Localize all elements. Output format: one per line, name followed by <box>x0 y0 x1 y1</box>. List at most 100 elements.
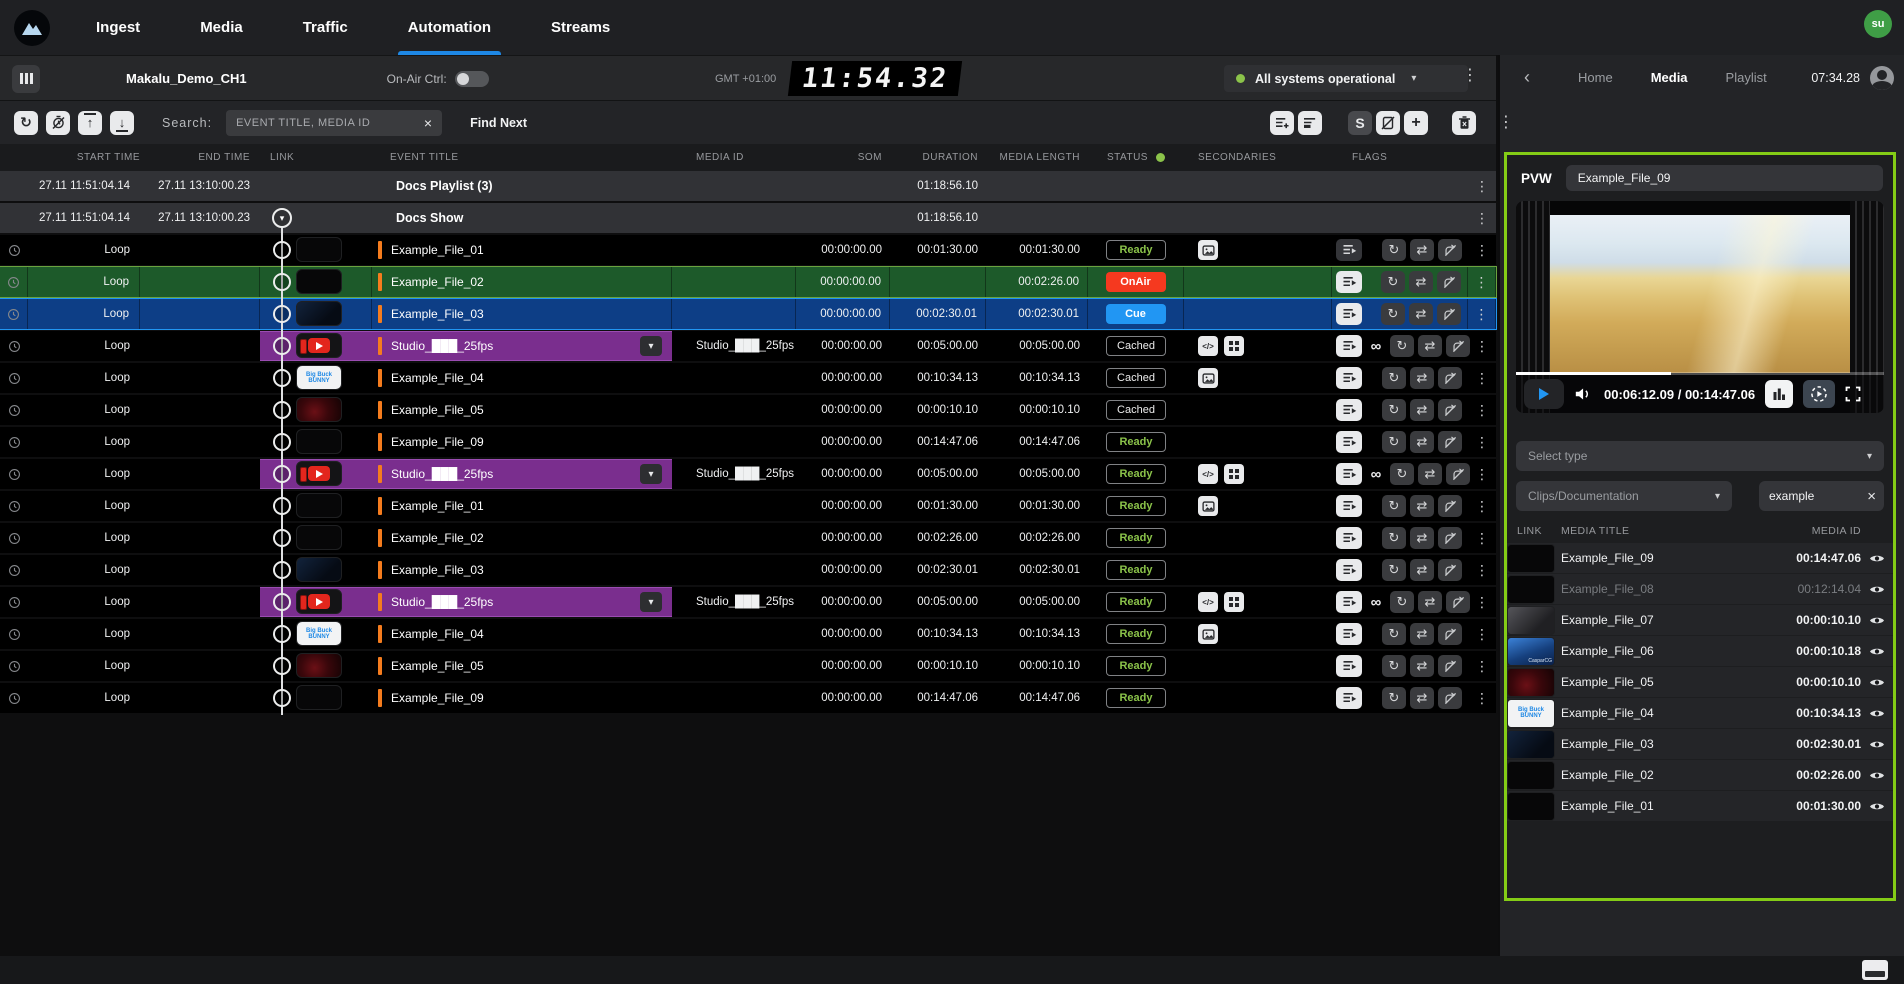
no-skip-flag-icon[interactable] <box>1437 271 1461 293</box>
swap-flag-icon[interactable]: ⇄ <box>1410 655 1434 677</box>
no-skip-flag-icon[interactable] <box>1437 303 1461 325</box>
rundown-row[interactable]: Loop Example_File_03 00:00:00.00 00:02:30.0… <box>0 297 1496 331</box>
thumbnail[interactable] <box>1507 574 1555 604</box>
row-kebab-icon[interactable]: ⋮ <box>1468 235 1496 265</box>
thumbnail-live-stream[interactable] <box>296 461 342 486</box>
eye-icon[interactable] <box>1861 553 1893 564</box>
row-kebab-icon[interactable]: ⋮ <box>1468 203 1496 233</box>
link-node-icon[interactable] <box>273 305 291 323</box>
channel-grid-button[interactable] <box>12 64 40 93</box>
loop-flag-icon[interactable]: ↻ <box>1382 399 1406 421</box>
rundown-row[interactable]: Loop Studio_███_25fps ▾ Studio_███_25fps 00:… <box>0 457 1496 491</box>
media-list-item[interactable]: CasparCG Example_File_06 00:00:10.18 <box>1507 636 1893 666</box>
volume-icon[interactable] <box>1574 386 1594 402</box>
thumbnail[interactable] <box>296 301 342 326</box>
graphics-secondary-icon[interactable] <box>1198 624 1218 644</box>
eye-icon[interactable] <box>1861 770 1893 781</box>
video-preview[interactable]: 00:06:12.09 / 00:14:47.06 <box>1516 201 1884 413</box>
user-avatar[interactable]: su <box>1864 10 1892 38</box>
title-dropdown-icon[interactable]: ▾ <box>640 336 662 356</box>
code-secondary-icon[interactable]: </> <box>1198 592 1218 612</box>
playlist-flag-icon[interactable] <box>1336 655 1362 677</box>
tab-ingest[interactable]: Ingest <box>92 0 144 55</box>
row-kebab-icon[interactable]: ⋮ <box>1468 299 1496 329</box>
row-kebab-icon[interactable]: ⋮ <box>1468 619 1496 649</box>
playlist-flag-icon[interactable] <box>1336 687 1362 709</box>
panel-tab-home[interactable]: Home <box>1578 70 1613 85</box>
grid-secondary-icon[interactable] <box>1224 592 1244 612</box>
no-skip-flag-icon[interactable] <box>1438 655 1462 677</box>
playlist-flag-icon[interactable] <box>1336 303 1362 325</box>
insert-row-button[interactable] <box>1270 110 1294 135</box>
panel-tab-media[interactable]: Media <box>1651 70 1688 85</box>
swap-flag-icon[interactable]: ⇄ <box>1410 559 1434 581</box>
link-node-icon[interactable] <box>273 401 291 419</box>
swap-flag-icon[interactable]: ⇄ <box>1410 687 1434 709</box>
link-node-icon[interactable] <box>273 241 291 259</box>
category-select[interactable]: Clips/Documentation ▾ <box>1516 481 1732 511</box>
link-node-icon[interactable] <box>273 465 291 483</box>
collapse-chevron-icon[interactable]: ▾ <box>272 208 292 228</box>
rundown-row[interactable]: Loop Big Buck BUNNY Example_File_04 00:00:0… <box>0 617 1496 651</box>
media-list-item[interactable]: Example_File_03 00:02:30.01 <box>1507 729 1893 759</box>
thumbnail[interactable] <box>1507 605 1555 635</box>
delete-button[interactable] <box>1452 110 1476 135</box>
thumbnail[interactable] <box>1507 729 1555 759</box>
graphics-secondary-icon[interactable] <box>1198 496 1218 516</box>
thumbnail[interactable]: Big Buck BUNNY <box>1507 698 1555 728</box>
eye-icon[interactable] <box>1861 708 1893 719</box>
rundown-row[interactable]: Loop Studio_███_25fps ▾ Studio_███_25fps 00:… <box>0 329 1496 363</box>
eye-icon[interactable] <box>1861 584 1893 595</box>
eye-icon[interactable] <box>1861 677 1893 688</box>
link-node-icon[interactable] <box>273 337 291 355</box>
thumbnail[interactable] <box>1507 667 1555 697</box>
playlist-flag-icon[interactable] <box>1336 431 1362 453</box>
swap-flag-icon[interactable]: ⇄ <box>1410 399 1434 421</box>
swap-flag-icon[interactable]: ⇄ <box>1410 495 1434 517</box>
device-off-button[interactable] <box>1376 110 1400 135</box>
row-kebab-icon[interactable]: ⋮ <box>1468 395 1496 425</box>
thumbnail[interactable]: Big Buck BUNNY <box>296 621 342 646</box>
media-list-item[interactable]: Example_File_02 00:02:26.00 <box>1507 760 1893 790</box>
title-dropdown-icon[interactable]: ▾ <box>640 464 662 484</box>
no-skip-flag-icon[interactable] <box>1438 559 1462 581</box>
loop-flag-icon[interactable]: ↻ <box>1382 655 1406 677</box>
loop-playback-button[interactable] <box>1803 380 1836 408</box>
code-secondary-icon[interactable]: </> <box>1198 336 1218 356</box>
row-kebab-icon[interactable]: ⋮ <box>1468 331 1496 361</box>
toolbar-kebab-icon[interactable]: ⋮ <box>1498 114 1514 131</box>
row-kebab-icon[interactable]: ⋮ <box>1468 651 1496 681</box>
link-node-icon[interactable] <box>273 657 291 675</box>
no-skip-flag-icon[interactable] <box>1438 623 1462 645</box>
tab-streams[interactable]: Streams <box>547 0 614 55</box>
media-list-item[interactable]: Big Buck BUNNY Example_File_04 00:10:34.13 <box>1507 698 1893 728</box>
loop-flag-icon[interactable]: ↻ <box>1382 559 1406 581</box>
no-skip-flag-icon[interactable] <box>1438 399 1462 421</box>
tab-traffic[interactable]: Traffic <box>299 0 352 55</box>
loop-flag-icon[interactable]: ↻ <box>1381 271 1405 293</box>
timer-off-button[interactable] <box>46 110 70 135</box>
link-node-icon[interactable] <box>273 561 291 579</box>
link-node-icon[interactable] <box>273 593 291 611</box>
rundown-row[interactable]: Loop Example_File_05 00:00:00.00 00:00:10.1… <box>0 393 1496 427</box>
eye-icon[interactable] <box>1861 646 1893 657</box>
playlist-flag-icon[interactable] <box>1336 559 1362 581</box>
no-skip-flag-icon[interactable] <box>1438 495 1462 517</box>
search-input[interactable] <box>234 115 422 130</box>
clear-media-search-icon[interactable]: × <box>1867 488 1876 505</box>
row-kebab-icon[interactable]: ⋮ <box>1468 523 1496 553</box>
thumbnail[interactable] <box>296 397 342 422</box>
row-kebab-icon[interactable]: ⋮ <box>1468 171 1496 201</box>
row-kebab-icon[interactable]: ⋮ <box>1468 459 1496 489</box>
loop-flag-icon[interactable]: ↻ <box>1382 431 1406 453</box>
title-dropdown-icon[interactable]: ▾ <box>640 592 662 612</box>
playlist-flag-icon[interactable] <box>1336 591 1362 613</box>
thumbnail-live-stream[interactable] <box>296 589 342 614</box>
rundown-row[interactable]: Loop Example_File_02 00:00:00.00 00:02:26.0… <box>0 265 1496 299</box>
swap-flag-icon[interactable]: ⇄ <box>1409 271 1433 293</box>
swap-flag-icon[interactable]: ⇄ <box>1410 367 1434 389</box>
rundown-row[interactable]: Loop Example_File_09 00:00:00.00 00:14:47.0… <box>0 425 1496 459</box>
thumbnail[interactable] <box>296 525 342 550</box>
playlist-flag-icon[interactable] <box>1336 623 1362 645</box>
row-kebab-icon[interactable]: ⋮ <box>1468 491 1496 521</box>
